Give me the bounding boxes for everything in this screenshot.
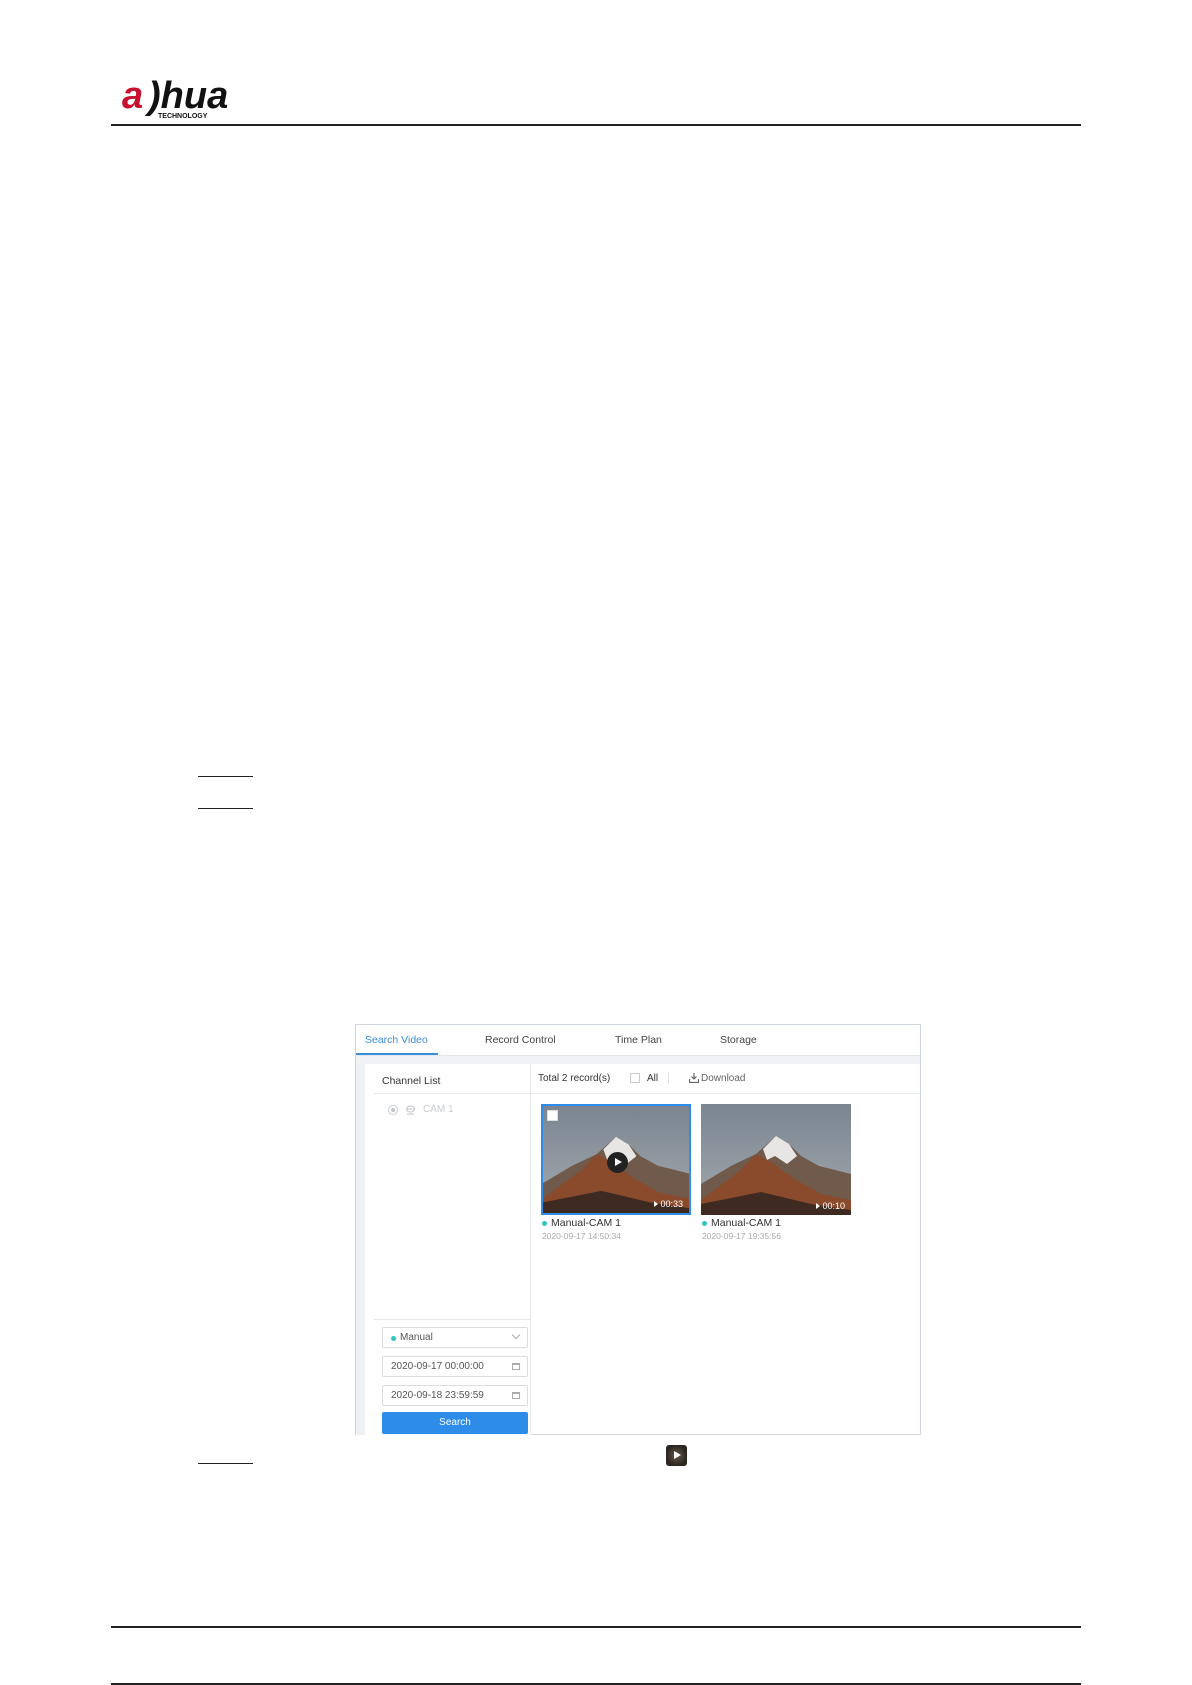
play-button[interactable]	[607, 1152, 628, 1173]
start-time-value: 2020-09-17 00:00:00	[391, 1361, 484, 1372]
left-strip	[356, 1064, 365, 1435]
calendar-icon[interactable]	[512, 1392, 520, 1399]
content-separator	[356, 1056, 920, 1064]
channel-radio[interactable]	[388, 1105, 398, 1115]
channel-list-title: Channel List	[382, 1075, 441, 1087]
footer-rule	[111, 1626, 1081, 1628]
search-video-screenshot: Search Video Record Control Time Plan St…	[355, 1024, 921, 1435]
record-type-dot	[702, 1220, 707, 1226]
svg-text:)hua: )hua	[144, 75, 228, 117]
download-button[interactable]: Download	[701, 1073, 745, 1084]
step-underline	[198, 1463, 253, 1464]
tab-search-video[interactable]: Search Video	[365, 1034, 428, 1046]
step-underline	[198, 776, 253, 777]
record-datetime: 2020-09-17 19:35:56	[702, 1231, 781, 1241]
play-icon	[666, 1445, 687, 1466]
tab-bar: Search Video Record Control Time Plan St…	[356, 1025, 920, 1056]
divider	[374, 1093, 530, 1094]
end-time-value: 2020-09-18 23:59:59	[391, 1390, 484, 1401]
download-icon[interactable]	[689, 1073, 699, 1083]
active-tab-indicator	[356, 1053, 438, 1055]
select-all-label: All	[647, 1073, 659, 1084]
camera-icon	[406, 1105, 415, 1115]
duration-label: 00:10	[816, 1201, 845, 1211]
tab-time-plan[interactable]: Time Plan	[615, 1034, 662, 1046]
chevron-down-icon	[511, 1330, 521, 1340]
channel-sidebar: Channel List CAM 1 Manual 2020-09-17 00:…	[365, 1064, 531, 1435]
record-name-text: Manual-CAM 1	[711, 1217, 782, 1229]
record-name: Manual-CAM 1	[702, 1217, 781, 1229]
step-underline	[198, 808, 253, 809]
svg-text:TECHNOLOGY: TECHNOLOGY	[158, 113, 208, 120]
duration-label: 00:33	[654, 1199, 683, 1209]
record-type-value: Manual	[400, 1332, 433, 1343]
record-card[interactable]: 00:10 Manual-CAM 1 2020-09-17 19:35:56	[701, 1104, 851, 1244]
record-card[interactable]: 00:33 Manual-CAM 1 2020-09-17 14:50:34	[541, 1104, 691, 1244]
divider	[374, 1319, 530, 1320]
channel-label: CAM 1	[423, 1104, 454, 1115]
record-name-text: Manual-CAM 1	[551, 1217, 622, 1229]
results-area: Total 2 record(s) All Download 00:33 Man…	[531, 1064, 920, 1435]
record-checkbox[interactable]	[547, 1110, 558, 1121]
dahua-logo: a )hua TECHNOLOGY	[122, 75, 228, 120]
mountain-image	[701, 1104, 851, 1215]
record-thumbnail[interactable]: 00:33	[541, 1104, 691, 1215]
calendar-icon[interactable]	[512, 1363, 520, 1370]
start-time-field[interactable]: 2020-09-17 00:00:00	[382, 1356, 528, 1377]
svg-text:a: a	[122, 75, 143, 117]
record-type-select[interactable]: Manual	[382, 1327, 528, 1348]
tab-record-control[interactable]: Record Control	[485, 1034, 556, 1046]
record-name: Manual-CAM 1	[542, 1217, 621, 1229]
divider	[668, 1072, 669, 1084]
tab-storage[interactable]: Storage	[720, 1034, 757, 1046]
record-type-dot	[391, 1336, 396, 1341]
end-time-field[interactable]: 2020-09-18 23:59:59	[382, 1385, 528, 1406]
header-rule	[111, 124, 1081, 126]
results-toolbar: Total 2 record(s) All Download	[531, 1064, 920, 1094]
select-all-checkbox[interactable]	[630, 1073, 640, 1083]
record-thumbnail[interactable]: 00:10	[701, 1104, 851, 1215]
record-type-dot	[542, 1220, 547, 1226]
total-records: Total 2 record(s)	[538, 1073, 611, 1084]
record-datetime: 2020-09-17 14:50:34	[542, 1231, 621, 1241]
search-button[interactable]: Search	[382, 1412, 528, 1434]
